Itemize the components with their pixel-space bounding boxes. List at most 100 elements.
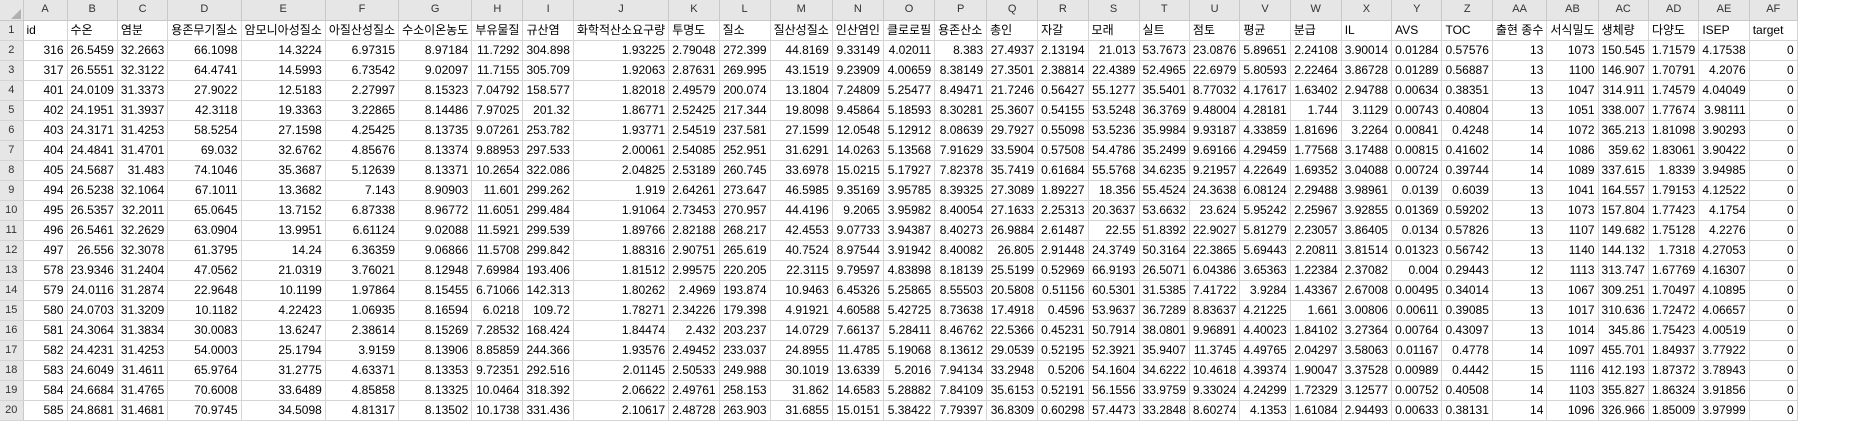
cell[interactable]: 582 (23, 340, 68, 361)
cell[interactable]: 0 (1749, 340, 1798, 361)
cell[interactable]: 5.17927 (883, 160, 936, 181)
cell-field-name[interactable]: 자갈 (1037, 20, 1089, 41)
cell[interactable]: 13 (1492, 200, 1548, 221)
cell[interactable]: 5.25477 (883, 80, 936, 101)
cell[interactable]: 0.4442 (1441, 360, 1493, 381)
column-header-j[interactable]: J (573, 0, 670, 21)
cell[interactable]: 8.55503 (934, 280, 988, 301)
cell[interactable]: 9.06866 (398, 240, 473, 261)
cell[interactable]: 24.0703 (67, 300, 118, 321)
cell[interactable]: 31.4765 (117, 380, 169, 401)
cell[interactable]: 1.77674 (1648, 100, 1700, 121)
cell[interactable]: 22.3865 (1189, 240, 1241, 261)
cell[interactable]: 4.60588 (832, 300, 884, 321)
column-header-m[interactable]: M (770, 0, 833, 21)
cell[interactable]: 33.2948 (986, 360, 1039, 381)
column-header-g[interactable]: G (398, 0, 473, 21)
cell[interactable]: 1.7318 (1648, 240, 1700, 261)
cell[interactable]: 27.3089 (986, 180, 1039, 201)
cell[interactable]: 0.0134 (1391, 220, 1443, 241)
cell[interactable]: 1.70791 (1648, 60, 1700, 81)
cell[interactable]: 0.01167 (1391, 340, 1443, 361)
cell[interactable]: 25.3607 (986, 100, 1039, 121)
cell[interactable]: 8.383 (934, 40, 988, 61)
cell-field-name[interactable]: 용존무기질소 (167, 20, 242, 41)
cell[interactable]: 53.6632 (1139, 200, 1190, 221)
cell-field-name[interactable]: 화학적산소요구량 (573, 20, 670, 41)
column-header-f[interactable]: F (325, 0, 400, 21)
cell[interactable]: 1047 (1546, 80, 1599, 101)
cell[interactable]: 12 (1492, 260, 1548, 281)
cell[interactable]: 1.63402 (1290, 80, 1342, 101)
cell[interactable]: 4.16307 (1698, 260, 1750, 281)
cell[interactable]: 244.366 (522, 340, 574, 361)
cell[interactable]: 4.10895 (1698, 280, 1750, 301)
cell[interactable]: 5.89651 (1239, 40, 1291, 61)
cell[interactable]: 3.9284 (1239, 280, 1291, 301)
cell[interactable]: 0.0139 (1391, 180, 1443, 201)
cell[interactable]: 149.682 (1598, 220, 1649, 241)
cell[interactable]: 11.601 (471, 180, 524, 201)
cell[interactable]: 2.10617 (573, 400, 670, 421)
cell[interactable]: 304.898 (522, 40, 574, 61)
cell[interactable]: 0.56427 (1037, 80, 1089, 101)
cell[interactable]: 0.43097 (1441, 320, 1493, 341)
cell[interactable]: 0 (1749, 120, 1798, 141)
cell[interactable]: 64.4741 (167, 60, 242, 81)
cell[interactable]: 1.88316 (573, 240, 670, 261)
cell[interactable]: 299.539 (522, 220, 574, 241)
cell-field-name[interactable]: 암모니아성질소 (241, 20, 326, 41)
cell[interactable]: 24.6049 (67, 360, 118, 381)
cell[interactable]: 13 (1492, 80, 1548, 101)
cell[interactable]: 6.36359 (325, 240, 400, 261)
cell[interactable]: 2.20811 (1290, 240, 1342, 261)
cell[interactable]: 35.2499 (1139, 140, 1190, 161)
cell[interactable]: 0.6039 (1441, 180, 1493, 201)
cell[interactable]: 24.0109 (67, 80, 118, 101)
cell[interactable]: 36.8309 (986, 400, 1039, 421)
cell[interactable]: 9.2065 (832, 200, 884, 221)
cell[interactable]: 8.15269 (398, 320, 473, 341)
cell[interactable]: 22.55 (1088, 220, 1140, 241)
cell[interactable]: 24.4841 (67, 140, 118, 161)
cell[interactable]: 5.28411 (883, 320, 936, 341)
cell[interactable]: 67.1011 (167, 180, 242, 201)
cell[interactable]: 8.97184 (398, 40, 473, 61)
cell[interactable]: 60.5301 (1088, 280, 1140, 301)
cell[interactable]: 0.00815 (1391, 140, 1443, 161)
cell[interactable]: 8.08639 (934, 120, 988, 141)
cell[interactable]: 1.89766 (573, 220, 670, 241)
cell[interactable]: 3.76021 (325, 260, 400, 281)
cell[interactable]: 55.1277 (1088, 80, 1140, 101)
cell[interactable]: 9.79597 (832, 260, 884, 281)
cell[interactable]: 8.15455 (398, 280, 473, 301)
cell-field-name[interactable]: ISEP (1698, 20, 1750, 41)
column-header-a[interactable]: A (23, 0, 68, 21)
cell[interactable]: 2.34226 (668, 300, 720, 321)
cell[interactable]: 10.4618 (1189, 360, 1241, 381)
cell[interactable]: 3.27364 (1341, 320, 1393, 341)
cell[interactable]: 1.72329 (1290, 380, 1342, 401)
row-header[interactable]: 19 (0, 380, 24, 401)
cell[interactable]: 359.62 (1598, 140, 1649, 161)
cell[interactable]: 1116 (1546, 360, 1599, 381)
cell[interactable]: 0.00989 (1391, 360, 1443, 381)
cell[interactable]: 31.4253 (117, 120, 169, 141)
cell[interactable]: 12.5183 (241, 80, 326, 101)
cell[interactable]: 10.2654 (471, 160, 524, 181)
cell[interactable]: 1.84102 (1290, 320, 1342, 341)
cell[interactable]: 9.21957 (1189, 160, 1241, 181)
cell[interactable]: 9.33024 (1189, 380, 1241, 401)
cell[interactable]: 233.037 (719, 340, 771, 361)
cell[interactable]: 0.00633 (1391, 400, 1443, 421)
cell[interactable]: 13 (1492, 100, 1548, 121)
cell[interactable]: 2.87631 (668, 60, 720, 81)
cell[interactable]: 4.85676 (325, 140, 400, 161)
cell[interactable]: 8.14486 (398, 100, 473, 121)
cell-field-name[interactable]: TOC (1441, 20, 1493, 41)
row-header[interactable]: 2 (0, 40, 24, 61)
cell[interactable]: 8.13353 (398, 360, 473, 381)
cell[interactable]: 401 (23, 80, 68, 101)
cell-field-name[interactable]: 투명도 (668, 20, 720, 41)
cell[interactable]: 258.153 (719, 380, 771, 401)
